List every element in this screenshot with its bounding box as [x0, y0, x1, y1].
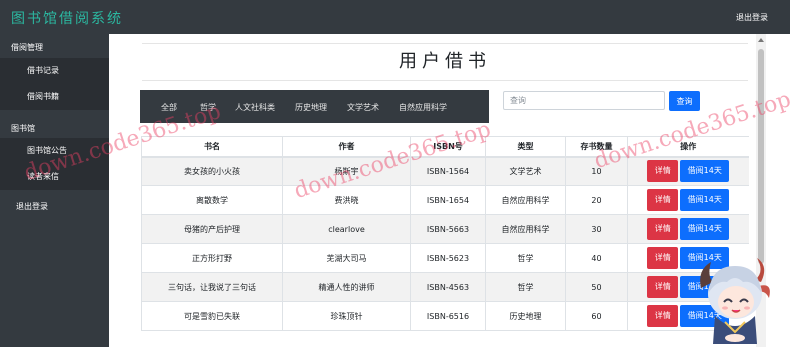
table-row: 母猪的产后护理 clearlove ISBN-5663 自然应用科学 30 详情…	[141, 214, 749, 244]
cell-stock: 20	[565, 185, 628, 215]
category-humanities[interactable]: 人文社科类	[235, 102, 275, 113]
borrow-button[interactable]: 借阅14天	[680, 160, 730, 183]
category-history-geography[interactable]: 历史地理	[295, 102, 327, 113]
sidebar: 借阅管理 借书记录 借阅书籍 图书馆 图书馆公告 读者来信 退出登录	[0, 34, 109, 347]
search-input[interactable]	[503, 91, 665, 110]
sidebar-item-borrow-records[interactable]: 借书记录	[0, 58, 109, 84]
cell-author: clearlove	[282, 214, 411, 244]
header-stock: 存书数量	[565, 136, 628, 158]
table-row: 三句话，让我说了三句话 精通人性的讲师 ISBN-4563 哲学 50 详情 借阅…	[141, 272, 749, 302]
cell-type: 哲学	[485, 243, 566, 273]
app-title: 图书馆借阅系统	[11, 11, 123, 27]
table-row: 正方形打野 芜湖大司马 ISBN-5623 哲学 40 详情 借阅14天	[141, 243, 749, 273]
cell-author: 精通人性的讲师	[282, 272, 411, 302]
header-actions: 操作	[627, 136, 749, 158]
sidebar-item-borrow-books[interactable]: 借阅书籍	[0, 84, 109, 110]
cell-title: 三句话，让我说了三句话	[141, 272, 283, 302]
table-row: 卖女孩的小火孩 杨斯宇 ISBN-1564 文学艺术 10 详情 借阅14天	[141, 156, 749, 186]
cell-isbn: ISBN-1654	[410, 185, 486, 215]
scroll-up-arrow-icon[interactable]	[758, 38, 764, 42]
search-button[interactable]: 查询	[669, 91, 700, 111]
scroll-thumb[interactable]	[758, 49, 764, 264]
table-header-row: 书名 作者 ISBN号 类型 存书数量 操作	[141, 136, 749, 158]
detail-button[interactable]: 详情	[647, 189, 679, 211]
category-natural-science[interactable]: 自然应用科学	[399, 102, 447, 113]
detail-button[interactable]: 详情	[647, 160, 679, 183]
cell-title: 可是雪豹已失联	[141, 301, 283, 331]
category-all[interactable]: 全部	[161, 102, 177, 113]
logout-link[interactable]: 退出登录	[736, 12, 768, 23]
borrow-button[interactable]: 借阅14天	[680, 276, 730, 298]
cell-title: 离散数学	[141, 185, 283, 215]
category-philosophy[interactable]: 哲学	[200, 102, 216, 113]
table-row: 可是雪豹已失联 珍珠顶针 ISBN-6516 历史地理 60 详情 借阅14天	[141, 301, 749, 331]
category-nav: 全部 哲学 人文社科类 历史地理 文学艺术 自然应用科学	[140, 90, 489, 123]
cell-actions: 详情 借阅14天	[627, 214, 749, 244]
cell-type: 自然应用科学	[485, 185, 566, 215]
cell-author: 珍珠顶针	[282, 301, 411, 331]
header-title: 书名	[141, 136, 283, 158]
cell-stock: 50	[565, 272, 628, 302]
cell-isbn: ISBN-5623	[410, 243, 486, 273]
cell-isbn: ISBN-5663	[410, 214, 486, 244]
sidebar-section-borrow-management: 借阅管理	[11, 43, 43, 52]
cell-type: 文学艺术	[485, 156, 566, 186]
cell-stock: 60	[565, 301, 628, 331]
sidebar-item-announcements[interactable]: 图书馆公告	[0, 138, 109, 164]
cell-author: 芜湖大司马	[282, 243, 411, 273]
cell-actions: 详情 借阅14天	[627, 185, 749, 215]
cell-actions: 详情 借阅14天	[627, 301, 749, 331]
header-author: 作者	[282, 136, 411, 158]
cell-title: 母猪的产后护理	[141, 214, 283, 244]
sidebar-item-logout[interactable]: 退出登录	[0, 194, 109, 220]
table-row: 离散数学 费洪晓 ISBN-1654 自然应用科学 20 详情 借阅14天	[141, 185, 749, 215]
detail-button[interactable]: 详情	[647, 305, 679, 327]
books-table: 书名 作者 ISBN号 类型 存书数量 操作 卖女孩的小火孩 杨斯宇 ISBN-…	[141, 136, 749, 331]
cell-stock: 40	[565, 243, 628, 273]
header-isbn: ISBN号	[410, 136, 486, 158]
sidebar-section-library: 图书馆	[11, 124, 35, 133]
cell-stock: 30	[565, 214, 628, 244]
page-title: 用户借书	[142, 43, 748, 81]
cell-title: 正方形打野	[141, 243, 283, 273]
cell-type: 历史地理	[485, 301, 566, 331]
sidebar-item-reader-letters[interactable]: 读者来信	[0, 164, 109, 190]
category-literature-art[interactable]: 文学艺术	[347, 102, 379, 113]
cell-isbn: ISBN-6516	[410, 301, 486, 331]
cell-author: 杨斯宇	[282, 156, 411, 186]
detail-button[interactable]: 详情	[647, 218, 679, 240]
cell-type: 哲学	[485, 272, 566, 302]
cell-title: 卖女孩的小火孩	[141, 156, 283, 186]
borrow-button[interactable]: 借阅14天	[680, 247, 730, 269]
borrow-button[interactable]: 借阅14天	[680, 218, 730, 240]
borrow-button[interactable]: 借阅14天	[680, 305, 730, 327]
cell-actions: 详情 借阅14天	[627, 156, 749, 186]
page-scrollbar[interactable]	[756, 34, 766, 347]
top-navbar: 图书馆借阅系统 退出登录	[0, 0, 790, 34]
borrow-button[interactable]: 借阅14天	[680, 189, 730, 211]
cell-type: 自然应用科学	[485, 214, 566, 244]
detail-button[interactable]: 详情	[647, 247, 679, 269]
cell-author: 费洪晓	[282, 185, 411, 215]
detail-button[interactable]: 详情	[647, 276, 679, 298]
cell-actions: 详情 借阅14天	[627, 272, 749, 302]
header-type: 类型	[485, 136, 566, 158]
cell-isbn: ISBN-4563	[410, 272, 486, 302]
cell-actions: 详情 借阅14天	[627, 243, 749, 273]
cell-isbn: ISBN-1564	[410, 156, 486, 186]
cell-stock: 10	[565, 156, 628, 186]
